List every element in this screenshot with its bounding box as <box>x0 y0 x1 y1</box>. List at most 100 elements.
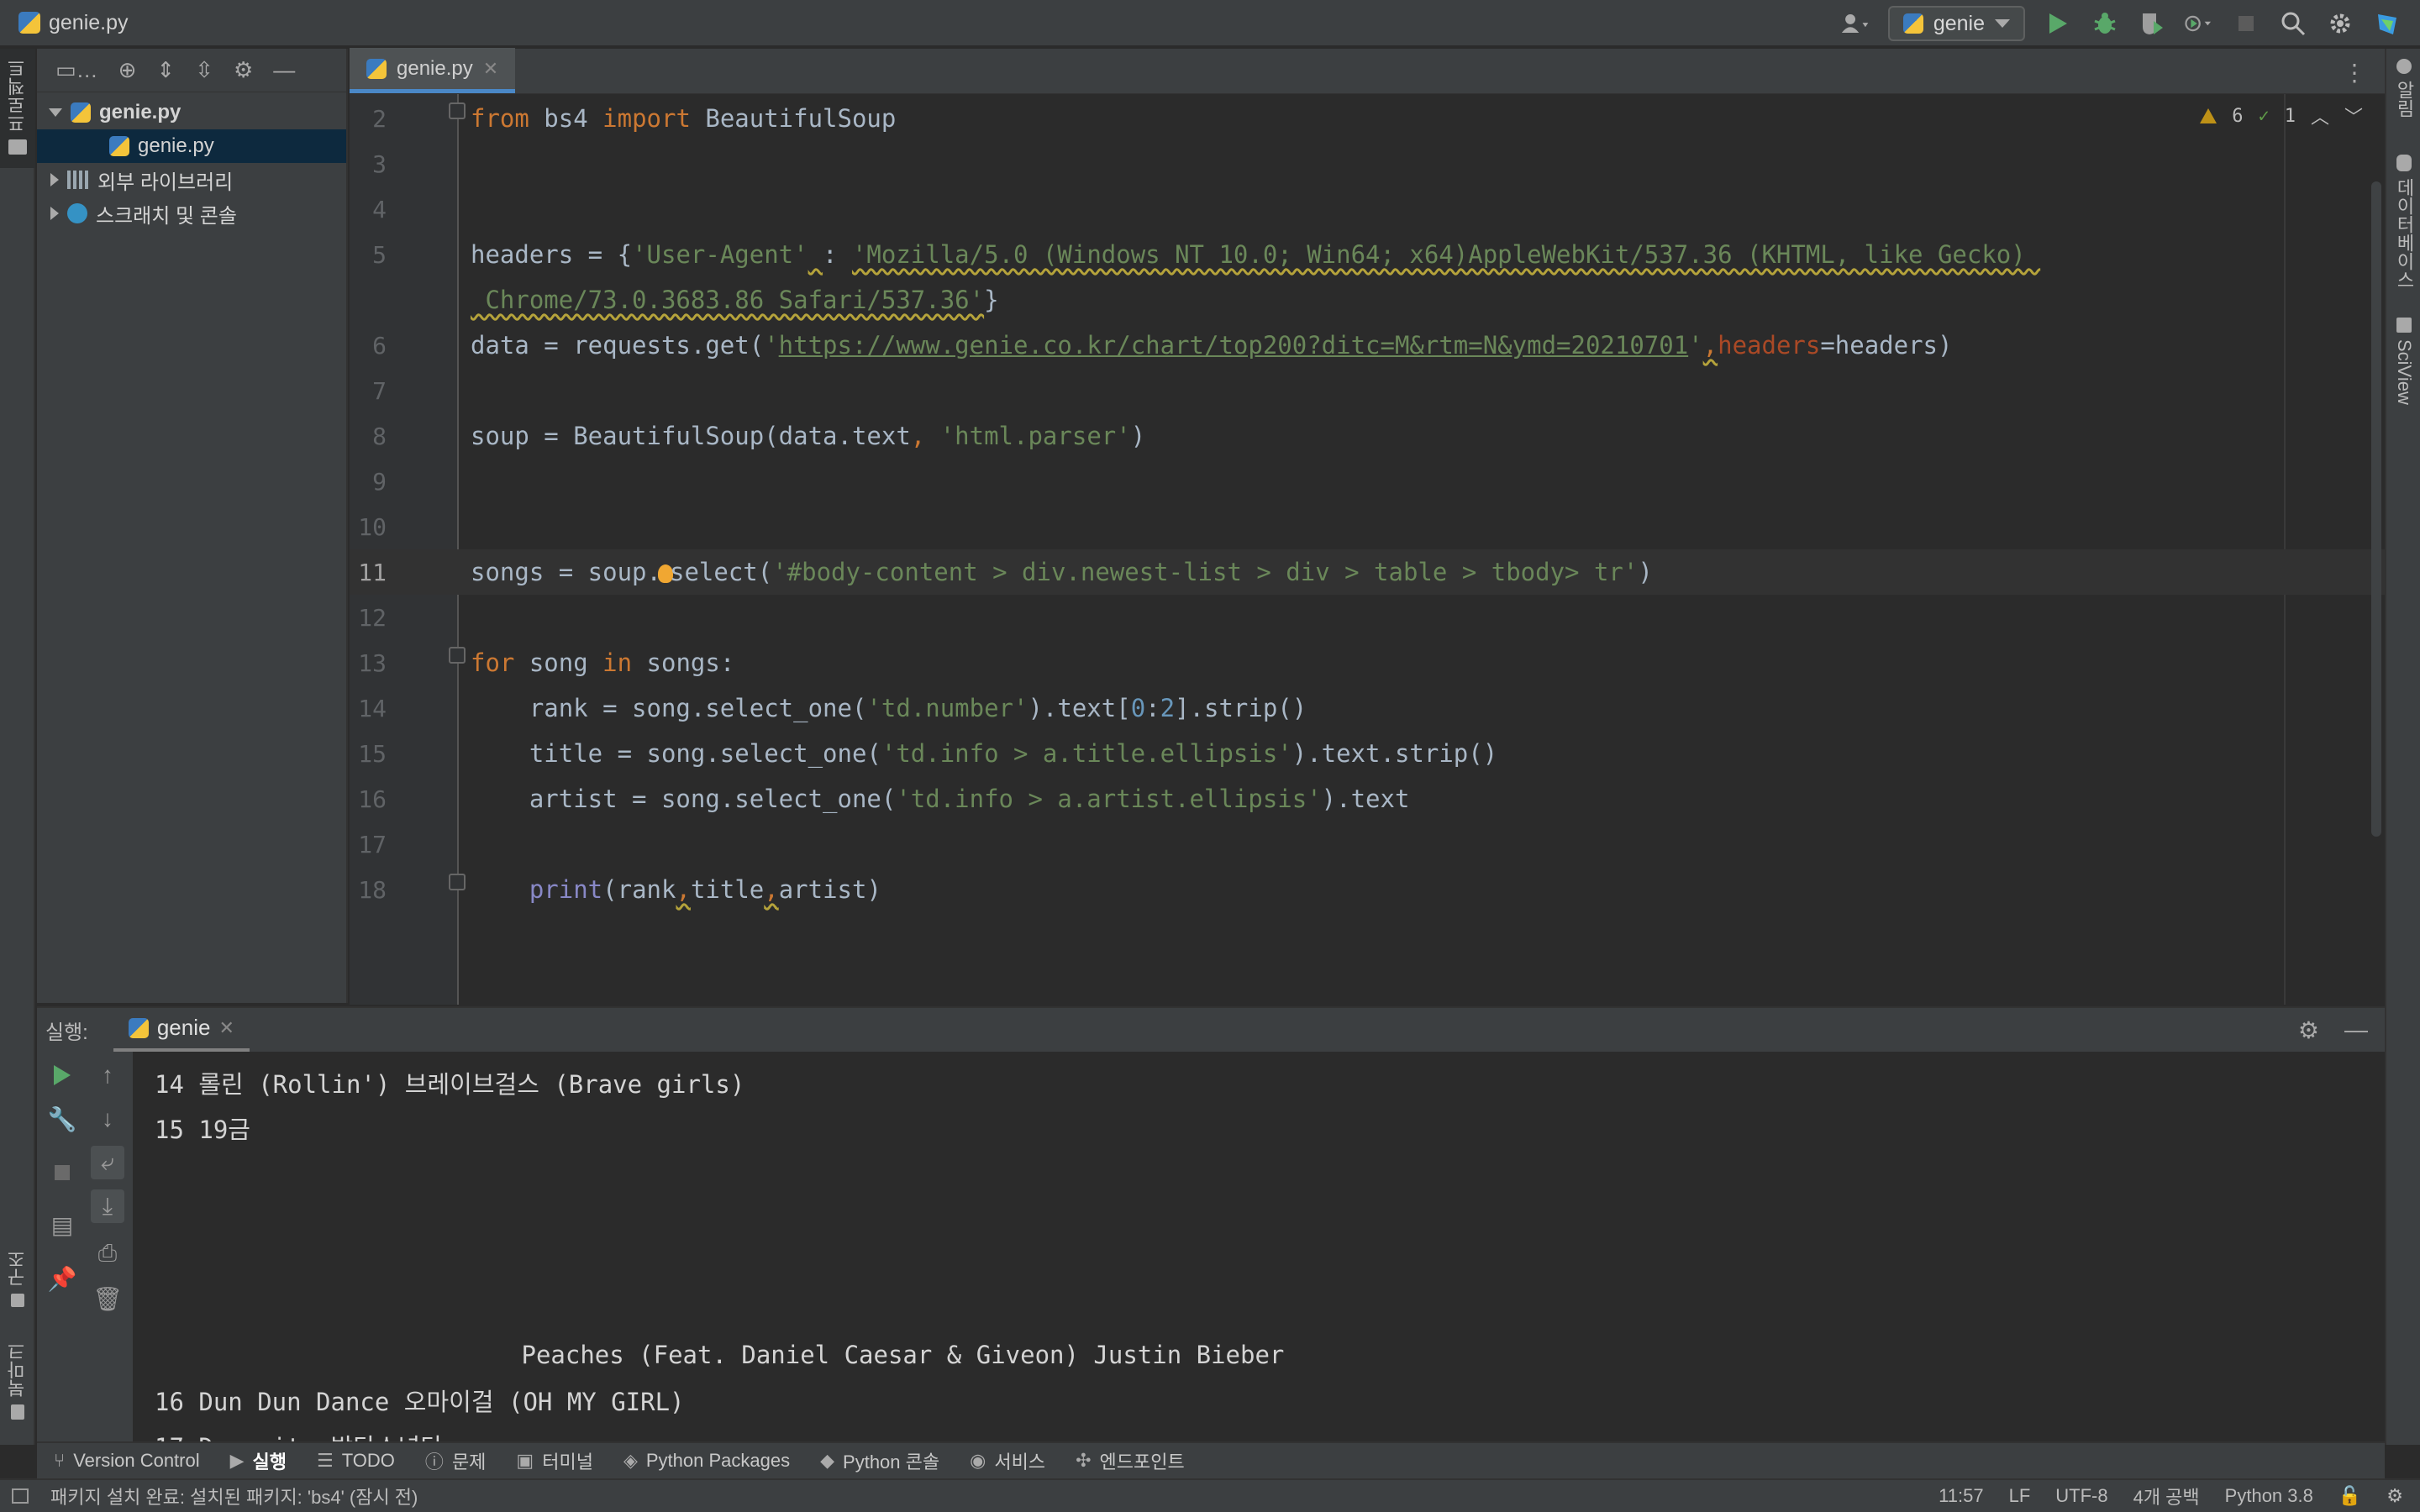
structure-tool-tab[interactable]: 구조 <box>0 1250 35 1307</box>
bookmarks-tool-tab[interactable]: 북마크 <box>0 1342 35 1420</box>
stop-icon[interactable] <box>45 1156 79 1189</box>
code-line[interactable]: 7 <box>350 368 2385 413</box>
tree-item-external-libraries[interactable]: 외부 라이브러리 <box>37 163 346 197</box>
layout-icon[interactable]: ▤ <box>45 1208 79 1242</box>
expand-arrow-icon[interactable] <box>49 108 62 117</box>
run-console[interactable]: 14 롤린 (Rollin') 브레이브걸스 (Brave girls) 15 1… <box>133 1052 2385 1441</box>
bottom-tab[interactable]: ☰ TODO <box>317 1450 395 1472</box>
library-icon <box>67 171 89 189</box>
code-line[interactable]: 4 <box>350 186 2385 232</box>
code-line[interactable]: 2 from bs4 import BeautifulSoup <box>350 96 2385 141</box>
chevron-up-icon[interactable]: ︿ <box>2311 102 2329 129</box>
collapse-arrow-icon[interactable] <box>50 173 59 186</box>
hide-icon[interactable]: — <box>273 57 295 83</box>
bottom-tab[interactable]: ◉ 서비스 <box>970 1447 1045 1474</box>
scrollbar-thumb[interactable] <box>2371 181 2381 837</box>
tree-item-file[interactable]: genie.py <box>37 129 346 163</box>
wrench-icon[interactable]: 🔧 <box>45 1102 79 1136</box>
search-icon[interactable] <box>2279 9 2307 38</box>
close-icon[interactable]: ✕ <box>218 1017 234 1039</box>
code-line[interactable]: 15 title = song.select_one('td.info > a.… <box>350 731 2385 776</box>
bottom-tab[interactable]: ⓘ 문제 <box>425 1447 487 1474</box>
soft-wrap-icon[interactable]: ⤶ <box>91 1146 124 1179</box>
chevron-down-icon[interactable]: ﹀ <box>2344 102 2363 129</box>
code-line[interactable]: 17 <box>350 822 2385 867</box>
status-message[interactable]: 패키지 설치 완료: 설치된 패키지: 'bs4' (잠시 전) <box>50 1483 418 1509</box>
arrow-up-icon[interactable]: ↑ <box>91 1058 124 1092</box>
expand-all-icon[interactable]: ⇕ <box>156 57 175 83</box>
fold-marker-icon[interactable] <box>449 647 466 664</box>
project-tool-tab[interactable]: 프로젝트 <box>0 49 35 168</box>
interpreter[interactable]: Python 3.8 <box>2225 1485 2313 1507</box>
code-line[interactable]: Chrome/73.0.3683.86 Safari/537.36'} <box>350 277 2385 323</box>
profile-icon[interactable] <box>2185 9 2213 38</box>
notifications-tool-tab[interactable]: 알림 <box>2386 59 2420 118</box>
plugin-icon[interactable] <box>2373 9 2402 38</box>
locate-icon[interactable]: ⊕ <box>118 57 137 83</box>
code-line[interactable]: 11 songs = soup. select('#body-content > d… <box>350 549 2385 595</box>
code-line[interactable]: 5 headers = {'User-Agent' : 'Mozilla/5.0 … <box>350 232 2385 277</box>
collapse-all-icon[interactable]: ⇳ <box>195 57 213 83</box>
database-tool-tab[interactable]: 데이터베이스 <box>2386 155 2420 289</box>
run-config-selector[interactable]: genie <box>1887 6 2025 41</box>
code-editor[interactable]: 2 from bs4 import BeautifulSoup 3 4 5 headers… <box>350 94 2385 1005</box>
bottom-tab[interactable]: ▣ 터미널 <box>516 1447 593 1474</box>
sciview-tool-tab[interactable]: SciView <box>2386 318 2420 405</box>
editor-tab[interactable]: genie.py ✕ <box>350 48 516 93</box>
rerun-icon[interactable] <box>45 1058 79 1092</box>
bottom-tab[interactable]: ◈ Python Packages <box>623 1450 790 1472</box>
indent-setting[interactable]: 4개 공백 <box>2133 1483 2200 1509</box>
run-tab[interactable]: genie ✕ <box>113 1007 250 1053</box>
fold-marker-icon[interactable] <box>449 874 466 890</box>
code-line[interactable]: 18 print(rank,title,artist) <box>350 867 2385 912</box>
gear-icon[interactable]: ⚙ <box>234 57 253 83</box>
code-line[interactable]: 3 <box>350 141 2385 186</box>
code-line[interactable]: 10 <box>350 504 2385 549</box>
code-line[interactable]: 14 rank = song.select_one('td.number').t… <box>350 685 2385 731</box>
bottom-tab[interactable]: ◆ Python 콘솔 <box>820 1447 939 1474</box>
more-icon[interactable]: ⋮ <box>2343 59 2366 87</box>
gear-icon[interactable]: ⚙ <box>2298 1016 2319 1044</box>
fold-marker-icon[interactable] <box>449 102 466 119</box>
debug-icon[interactable] <box>2091 9 2119 38</box>
arrow-down-icon[interactable]: ↓ <box>91 1102 124 1136</box>
editor-scrollbar[interactable] <box>2365 94 2385 1005</box>
collapse-arrow-icon[interactable] <box>50 207 59 220</box>
bottom-tab[interactable]: ✣ 엔드포인트 <box>1076 1447 1185 1474</box>
line-separator[interactable]: LF <box>2009 1485 2031 1507</box>
coverage-icon[interactable] <box>2138 9 2166 38</box>
settings-icon[interactable] <box>2326 9 2354 38</box>
view-mode-icon[interactable]: ▭… <box>55 57 98 83</box>
scroll-to-end-icon[interactable]: ⤓ <box>91 1189 124 1223</box>
user-icon[interactable] <box>1841 9 1870 38</box>
bottom-tab[interactable]: ▶ 실행 <box>230 1447 287 1474</box>
caret-position[interactable]: 11:57 <box>1939 1485 1983 1507</box>
pin-icon[interactable]: 📌 <box>45 1262 79 1295</box>
code-token: ) <box>1638 558 1653 586</box>
project-toolbar: ▭… ⊕ ⇕ ⇳ ⚙ — <box>37 49 346 92</box>
run-icon[interactable] <box>2044 9 2072 38</box>
code-line[interactable]: 9 <box>350 459 2385 504</box>
line-number: 2 <box>372 104 387 133</box>
code-token: song <box>514 648 603 677</box>
line-number: 15 <box>358 739 387 768</box>
bottom-tab[interactable]: ⑂ Version Control <box>54 1450 200 1472</box>
code-line[interactable]: 6 data = requests.get('https://www.genie.… <box>350 323 2385 368</box>
inspection-widget[interactable]: 6 ✓ 1 ︿ ﹀ <box>2200 102 2363 129</box>
hide-icon[interactable]: — <box>2344 1016 2368 1044</box>
trash-icon[interactable]: 🗑 <box>91 1282 124 1315</box>
file-encoding[interactable]: UTF-8 <box>2055 1485 2107 1507</box>
print-icon[interactable]: ⎙ <box>91 1236 124 1270</box>
close-icon[interactable]: ✕ <box>483 58 498 80</box>
code-line[interactable]: 8 soup = BeautifulSoup(data.text, 'html.p… <box>350 413 2385 459</box>
lock-icon[interactable]: 🔓 <box>2338 1485 2361 1507</box>
tree-item-scratches[interactable]: 스크래치 및 콘솔 <box>37 197 346 230</box>
tree-item-root[interactable]: genie.py <box>37 96 346 129</box>
code-line[interactable]: 13 for song in songs: <box>350 640 2385 685</box>
inspection-status-icon[interactable]: ⚙ <box>2386 1485 2403 1507</box>
tree-item-label: genie.py <box>99 101 182 123</box>
code-line[interactable]: 12 <box>350 595 2385 640</box>
toggle-tool-windows-icon[interactable] <box>12 1488 29 1504</box>
code-line[interactable]: 16 artist = song.select_one('td.info > a… <box>350 776 2385 822</box>
stop-icon[interactable] <box>2232 9 2260 38</box>
